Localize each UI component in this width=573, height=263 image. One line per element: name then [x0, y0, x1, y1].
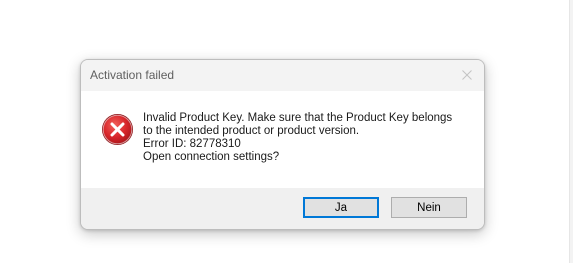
close-icon[interactable]	[458, 66, 476, 84]
activation-failed-dialog: Activation failed Invalid Product Key. M…	[80, 59, 485, 230]
no-button[interactable]: Nein	[391, 197, 467, 218]
dialog-message: Invalid Product Key. Make sure that the …	[143, 112, 452, 164]
dialog-button-bar: Ja Nein	[81, 188, 484, 229]
dialog-titlebar[interactable]: Activation failed	[81, 60, 484, 91]
background-window-edge	[569, 0, 573, 263]
dialog-content: Invalid Product Key. Make sure that the …	[81, 91, 484, 188]
message-line: to the intended product or product versi…	[143, 125, 360, 137]
desktop: Activation failed Invalid Product Key. M…	[0, 0, 573, 263]
dialog-title: Activation failed	[90, 68, 175, 82]
yes-button[interactable]: Ja	[303, 197, 379, 218]
question-line: Open connection settings?	[143, 151, 280, 163]
error-id-line: Error ID: 82778310	[143, 138, 241, 150]
message-line: Invalid Product Key. Make sure that the …	[143, 112, 453, 124]
error-icon	[101, 113, 134, 146]
